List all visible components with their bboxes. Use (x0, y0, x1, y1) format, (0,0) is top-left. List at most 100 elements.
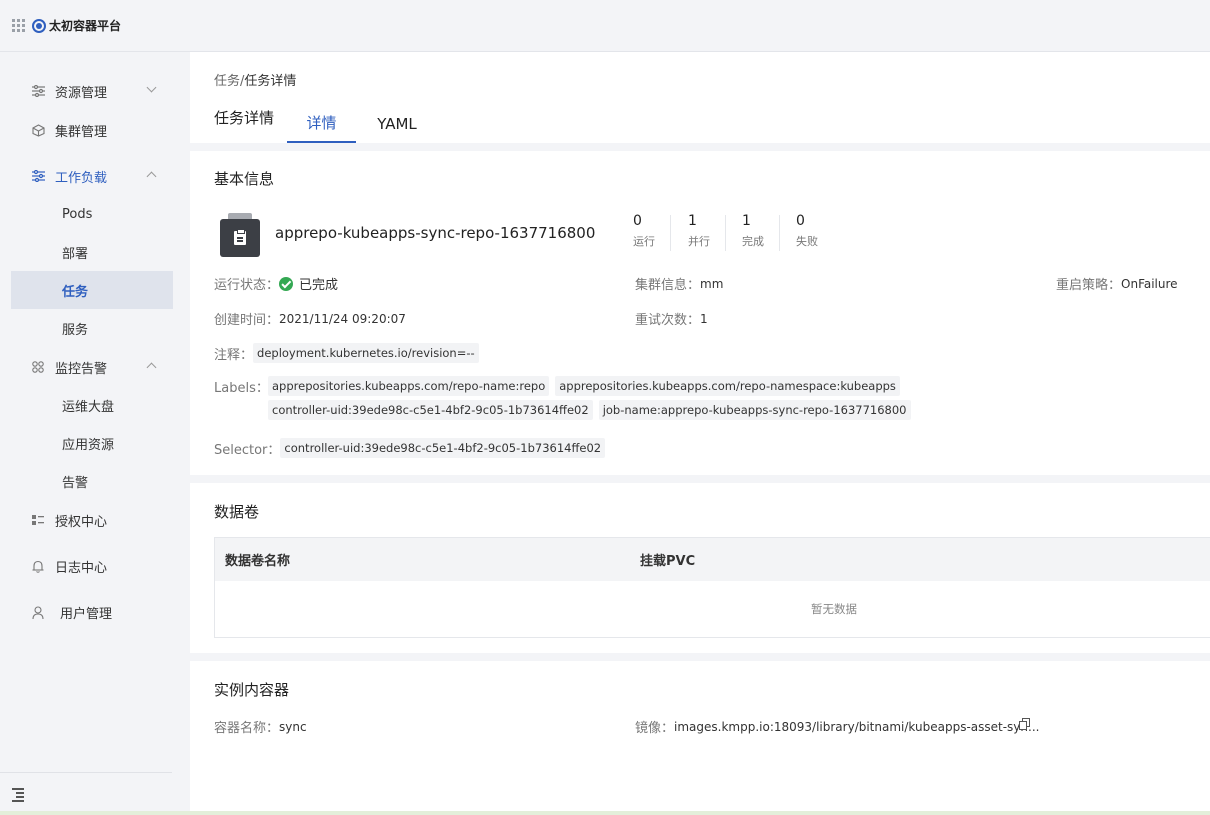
cube-icon (31, 123, 45, 137)
retry-count-field: 重试次数： 1 (635, 309, 708, 329)
volumes-table: 数据卷名称 挂载PVC 暂无数据 (214, 537, 1210, 638)
image-value: images.kmpp.io:18093/library/bitnami/kub… (674, 719, 1040, 734)
stat-parallel: 1 并行 (688, 213, 744, 249)
field-label: Labels： (214, 381, 269, 396)
sidebar-sub-jobs[interactable]: 任务 (11, 271, 173, 309)
selector-field: Selector： controller-uid:39ede98c-c5e1-4… (214, 438, 611, 458)
breadcrumb-current: 任务详情 (244, 74, 297, 89)
sidebar-item-label: 日志中心 (55, 560, 108, 576)
field-label: 重启策略： (1056, 278, 1122, 293)
sidebar-item-label: 监控告警 (55, 361, 108, 377)
field-label: Selector： (214, 442, 281, 458)
stat-running: 0 运行 (633, 213, 689, 249)
user-icon (31, 605, 45, 619)
tab-details[interactable]: 详情 (287, 104, 356, 143)
image-field: 镜像： images.kmpp.io:18093/library/bitnami… (635, 717, 1040, 737)
container-name-value: sync (279, 719, 307, 734)
containers-title: 实例内容器 (214, 681, 290, 699)
stat-completed: 1 完成 (742, 213, 798, 249)
basic-info-card: 基本信息 apprepo-kubeapps-sync-repo-16377168… (190, 151, 1210, 475)
stat-failed: 0 失败 (796, 213, 852, 249)
sidebar-sub-deployments[interactable]: 部署 (11, 233, 173, 271)
breadcrumb-parent[interactable]: 任务 (214, 74, 240, 89)
chevron-up-icon (146, 362, 157, 373)
annotation-chip: deployment.kubernetes.io/revision=-- (253, 343, 479, 363)
stat-label: 失败 (796, 235, 818, 248)
stat-label: 运行 (633, 235, 655, 248)
run-status-value: 已完成 (299, 278, 339, 293)
sidebar: 资源管理 集群管理 工作负载 Pods 部署 任务 服务 监控告警 运维大盘 应… (0, 52, 190, 815)
sliders-icon (31, 84, 45, 98)
sidebar-item-label: 集群管理 (55, 124, 108, 140)
basic-info-title: 基本信息 (214, 170, 275, 188)
restart-policy-value: OnFailure (1121, 276, 1178, 291)
column-header-pvc: 挂载PVC (640, 554, 696, 569)
breadcrumb: 任务/任务详情 (214, 70, 296, 89)
sidebar-sub-services[interactable]: 服务 (11, 309, 173, 347)
collapse-menu-icon[interactable] (12, 788, 24, 802)
field-label: 集群信息： (635, 278, 701, 293)
sidebar-item-label: 用户管理 (60, 606, 113, 622)
volumes-title: 数据卷 (214, 503, 260, 521)
labels-field: Labels： (214, 377, 269, 396)
field-label: 创建时间： (214, 313, 280, 328)
bell-icon (31, 559, 45, 573)
label-chip: apprepositories.kubeapps.com/repo-name:r… (268, 376, 550, 396)
logo-icon (32, 18, 46, 33)
sidebar-item-label: 工作负载 (55, 170, 108, 186)
column-header-volume-name: 数据卷名称 (225, 554, 291, 569)
empty-text: 暂无数据 (811, 602, 857, 616)
table-header: 数据卷名称 挂载PVC (215, 538, 1210, 581)
sidebar-item-label: 资源管理 (55, 85, 108, 101)
stat-value: 1 (742, 213, 751, 229)
sidebar-item-authorization[interactable]: 授权中心 (11, 501, 173, 539)
stat-value: 0 (796, 213, 805, 229)
retry-count-value: 1 (700, 311, 708, 326)
sidebar-sub-app-resources[interactable]: 应用资源 (11, 424, 173, 462)
field-label: 重试次数： (635, 313, 701, 328)
sidebar-item-users[interactable]: 用户管理 (11, 593, 173, 631)
list-icon (31, 513, 45, 527)
sidebar-item-monitoring[interactable]: 监控告警 (11, 348, 173, 386)
created-time-field: 创建时间： 2021/11/24 09:20:07 (214, 309, 406, 329)
check-circle-icon (279, 276, 294, 291)
app-title: 太初容器平台 (49, 19, 122, 33)
sidebar-item-label: 授权中心 (55, 514, 108, 530)
container-name-field: 容器名称： sync (214, 717, 307, 737)
stat-divider (725, 215, 726, 251)
top-bar: 太初容器平台 (0, 0, 1210, 52)
cluster-value: mm (700, 276, 724, 291)
job-name: apprepo-kubeapps-sync-repo-1637716800 (275, 224, 596, 242)
sidebar-item-workloads[interactable]: 工作负载 (11, 157, 173, 195)
bottom-strip (0, 811, 1210, 815)
stat-value: 1 (688, 213, 697, 229)
grid-four-icon (31, 360, 45, 374)
sidebar-sub-ops-dashboard[interactable]: 运维大盘 (11, 386, 173, 424)
field-label: 容器名称： (214, 721, 280, 736)
copy-icon[interactable] (1019, 718, 1031, 731)
sidebar-item-resources[interactable]: 资源管理 (11, 72, 173, 110)
stat-value: 0 (633, 213, 642, 229)
chevron-down-icon (146, 82, 157, 93)
chevron-up-icon (146, 171, 157, 182)
sliders-icon (31, 169, 45, 183)
labels-chip-list: apprepositories.kubeapps.com/repo-name:r… (268, 376, 1208, 420)
sidebar-item-logs[interactable]: 日志中心 (11, 547, 173, 585)
sidebar-item-clusters[interactable]: 集群管理 (11, 111, 173, 149)
page-header: 任务/任务详情 任务详情 详情 YAML (190, 52, 1210, 143)
label-chip: job-name:apprepo-kubeapps-sync-repo-1637… (598, 400, 911, 420)
field-label: 运行状态： (214, 278, 280, 293)
volumes-card: 数据卷 数据卷名称 挂载PVC 暂无数据 (190, 483, 1210, 653)
stat-label: 并行 (688, 235, 710, 248)
sidebar-footer (0, 772, 172, 815)
stat-label: 完成 (742, 235, 764, 248)
sidebar-sub-pods[interactable]: Pods (11, 195, 173, 233)
cluster-field: 集群信息： mm (635, 274, 724, 294)
apps-grid-icon[interactable] (12, 18, 26, 33)
field-label: 注释： (214, 347, 254, 363)
table-empty: 暂无数据 (215, 581, 1210, 637)
tab-yaml[interactable]: YAML (362, 104, 432, 143)
sidebar-sub-alerts[interactable]: 告警 (11, 462, 173, 500)
created-time-value: 2021/11/24 09:20:07 (279, 311, 406, 326)
label-chip: controller-uid:39ede98c-c5e1-4bf2-9c05-1… (268, 400, 593, 420)
